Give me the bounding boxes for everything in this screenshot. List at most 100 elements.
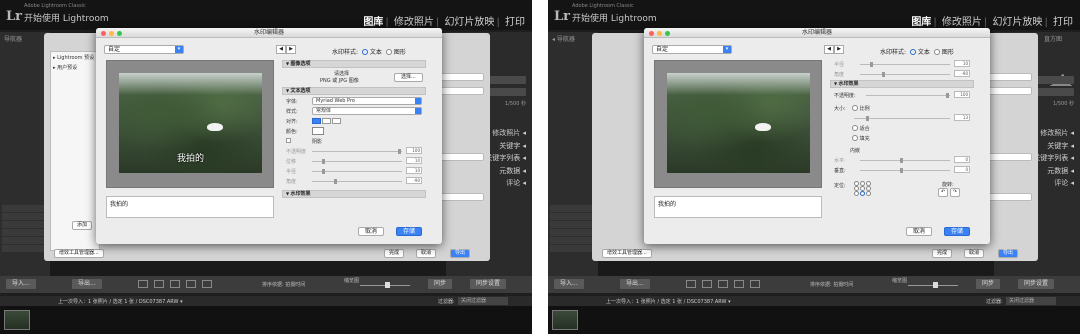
opacity-slider[interactable] <box>866 93 950 98</box>
close-window-icon[interactable] <box>101 30 106 36</box>
export-setting-field[interactable] <box>988 153 1032 161</box>
shadow-checkbox[interactable] <box>286 138 291 143</box>
module-slideshow[interactable]: 幻灯片放映 <box>444 17 494 28</box>
navigator-header[interactable]: 导航器 <box>4 34 22 43</box>
minimize-window-icon[interactable] <box>657 30 662 36</box>
opacity-value[interactable]: 100 <box>954 91 970 98</box>
watermark-text-input[interactable]: 我拍的 <box>106 196 274 218</box>
size-fill-radio[interactable] <box>852 135 858 141</box>
sort-control[interactable]: 排序依据: 拍摄时间 <box>262 281 305 288</box>
align-left-button[interactable] <box>312 118 321 124</box>
module-print[interactable]: 打印 <box>1053 17 1073 28</box>
vertical-inset-value[interactable]: 0 <box>954 166 970 173</box>
section-comments[interactable]: 评论 ◂ <box>485 178 526 191</box>
section-develop[interactable]: 修改照片 ◂ <box>485 128 526 141</box>
zoom-window-icon[interactable] <box>117 30 122 36</box>
shadow-opacity-value[interactable]: 100 <box>406 147 422 154</box>
compare-view-icon[interactable] <box>170 280 180 288</box>
section-keyword-list[interactable]: 关键字列表 ◂ <box>485 153 526 166</box>
shadow-radius-slider[interactable] <box>860 62 950 67</box>
style-graphic-radio[interactable] <box>933 49 940 55</box>
shadow-angle-slider[interactable] <box>312 179 402 184</box>
done-button[interactable]: 完成 <box>932 249 953 258</box>
module-develop[interactable]: 修改照片 <box>394 17 434 28</box>
plugin-manager-button[interactable]: 增效工具管理器... <box>54 249 104 258</box>
thumbnail-size-knob[interactable] <box>933 282 938 288</box>
survey-view-icon[interactable] <box>734 280 744 288</box>
watermark-effects-header[interactable]: 水印效果 <box>830 80 974 88</box>
watermark-overlay-text[interactable]: 我拍的 <box>119 151 262 164</box>
preset-group-lightroom[interactable]: ▸ Lightroom 预设 <box>53 54 97 61</box>
export-setting-field[interactable] <box>988 87 1032 95</box>
compare-view-icon[interactable] <box>718 280 728 288</box>
folder-row[interactable] <box>2 213 48 220</box>
module-library[interactable]: 图库 <box>911 17 931 28</box>
cancel-button[interactable]: 取消 <box>906 227 933 236</box>
section-metadata[interactable]: 元数据 ◂ <box>485 166 526 179</box>
shadow-angle-value[interactable]: -90 <box>954 70 970 77</box>
folder-row[interactable] <box>2 237 48 244</box>
sync-settings-button[interactable]: 同步设置 <box>470 279 507 289</box>
add-preset-button[interactable]: 添加 <box>72 221 93 230</box>
people-view-icon[interactable] <box>750 280 760 288</box>
anchor-bottom-right[interactable] <box>866 191 871 196</box>
module-print[interactable]: 打印 <box>505 17 525 28</box>
image-options-header[interactable]: 图像选项 <box>282 60 426 68</box>
shadow-offset-value[interactable]: 10 <box>406 157 422 164</box>
sync-button[interactable]: 同步 <box>428 279 453 289</box>
module-develop[interactable]: 修改照片 <box>942 17 982 28</box>
export-setting-field[interactable] <box>440 153 484 161</box>
section-comments[interactable]: 评论 ◂ <box>1033 178 1074 191</box>
grid-view-icon[interactable] <box>686 280 696 288</box>
navigator-header[interactable]: ◂ 导航器 <box>552 34 575 43</box>
export-setting-field[interactable] <box>440 73 484 81</box>
shadow-radius-slider[interactable] <box>312 169 402 174</box>
size-proportional-radio[interactable] <box>852 105 858 111</box>
style-text-radio[interactable] <box>909 49 916 55</box>
zoom-window-icon[interactable] <box>665 30 670 36</box>
next-image-button[interactable]: ▶ <box>286 45 296 54</box>
save-button[interactable]: 存储 <box>396 227 423 236</box>
style-graphic-radio[interactable] <box>385 49 392 55</box>
plugin-manager-button[interactable]: 增效工具管理器... <box>602 249 652 258</box>
module-slideshow[interactable]: 幻灯片放映 <box>992 17 1042 28</box>
export-setting-field[interactable] <box>988 73 1032 81</box>
import-button[interactable]: 导入... <box>6 279 36 289</box>
export-setting-field[interactable] <box>988 193 1032 201</box>
shadow-angle-value[interactable]: -90 <box>406 177 422 184</box>
survey-view-icon[interactable] <box>186 280 196 288</box>
export-confirm-button[interactable]: 导出 <box>450 249 471 258</box>
filmstrip-thumbnail[interactable] <box>4 310 30 330</box>
folder-row[interactable] <box>550 205 596 212</box>
rotate-right-button[interactable]: ↷ <box>949 188 960 197</box>
export-setting-field[interactable] <box>440 87 484 95</box>
section-develop[interactable]: 修改照片 ◂ <box>1033 128 1074 141</box>
watermark-effects-header[interactable]: 水印效果 <box>282 190 426 198</box>
filmstrip-source[interactable]: 上一次导入：1 张照片 / 选定 1 张 / DSC07387.ARW ▾ <box>606 298 731 305</box>
folder-row[interactable] <box>2 245 48 252</box>
font-select[interactable]: Myriad Web Pro <box>312 97 422 105</box>
color-swatch[interactable] <box>312 127 324 135</box>
export-setting-field[interactable] <box>440 193 484 201</box>
close-window-icon[interactable] <box>649 30 654 36</box>
style-text-radio[interactable] <box>361 49 368 55</box>
people-view-icon[interactable] <box>202 280 212 288</box>
style-select[interactable]: 常规体 <box>312 107 422 115</box>
horizontal-inset-value[interactable]: 0 <box>954 156 970 163</box>
text-options-header[interactable]: 文本选项 <box>282 87 426 95</box>
section-keywording[interactable]: 关键字 ◂ <box>485 141 526 154</box>
choose-image-button[interactable]: 选择... <box>394 73 423 82</box>
loupe-view-icon[interactable] <box>154 280 164 288</box>
cancel-export-button[interactable]: 取消 <box>416 249 437 258</box>
preset-group-user[interactable]: ▸ 用户预设 <box>53 64 97 71</box>
histogram-header[interactable]: 直方图 <box>1044 34 1062 43</box>
grid-view-icon[interactable] <box>138 280 148 288</box>
rotate-left-button[interactable]: ↶ <box>938 188 949 197</box>
folder-row[interactable] <box>2 229 48 236</box>
save-button[interactable]: 存储 <box>944 227 971 236</box>
preset-select[interactable]: 自定 ▾ <box>104 45 184 54</box>
section-metadata[interactable]: 元数据 ◂ <box>1033 166 1074 179</box>
sync-settings-button[interactable]: 同步设置 <box>1018 279 1055 289</box>
import-button[interactable]: 导入... <box>554 279 584 289</box>
shadow-opacity-slider[interactable] <box>312 149 402 154</box>
